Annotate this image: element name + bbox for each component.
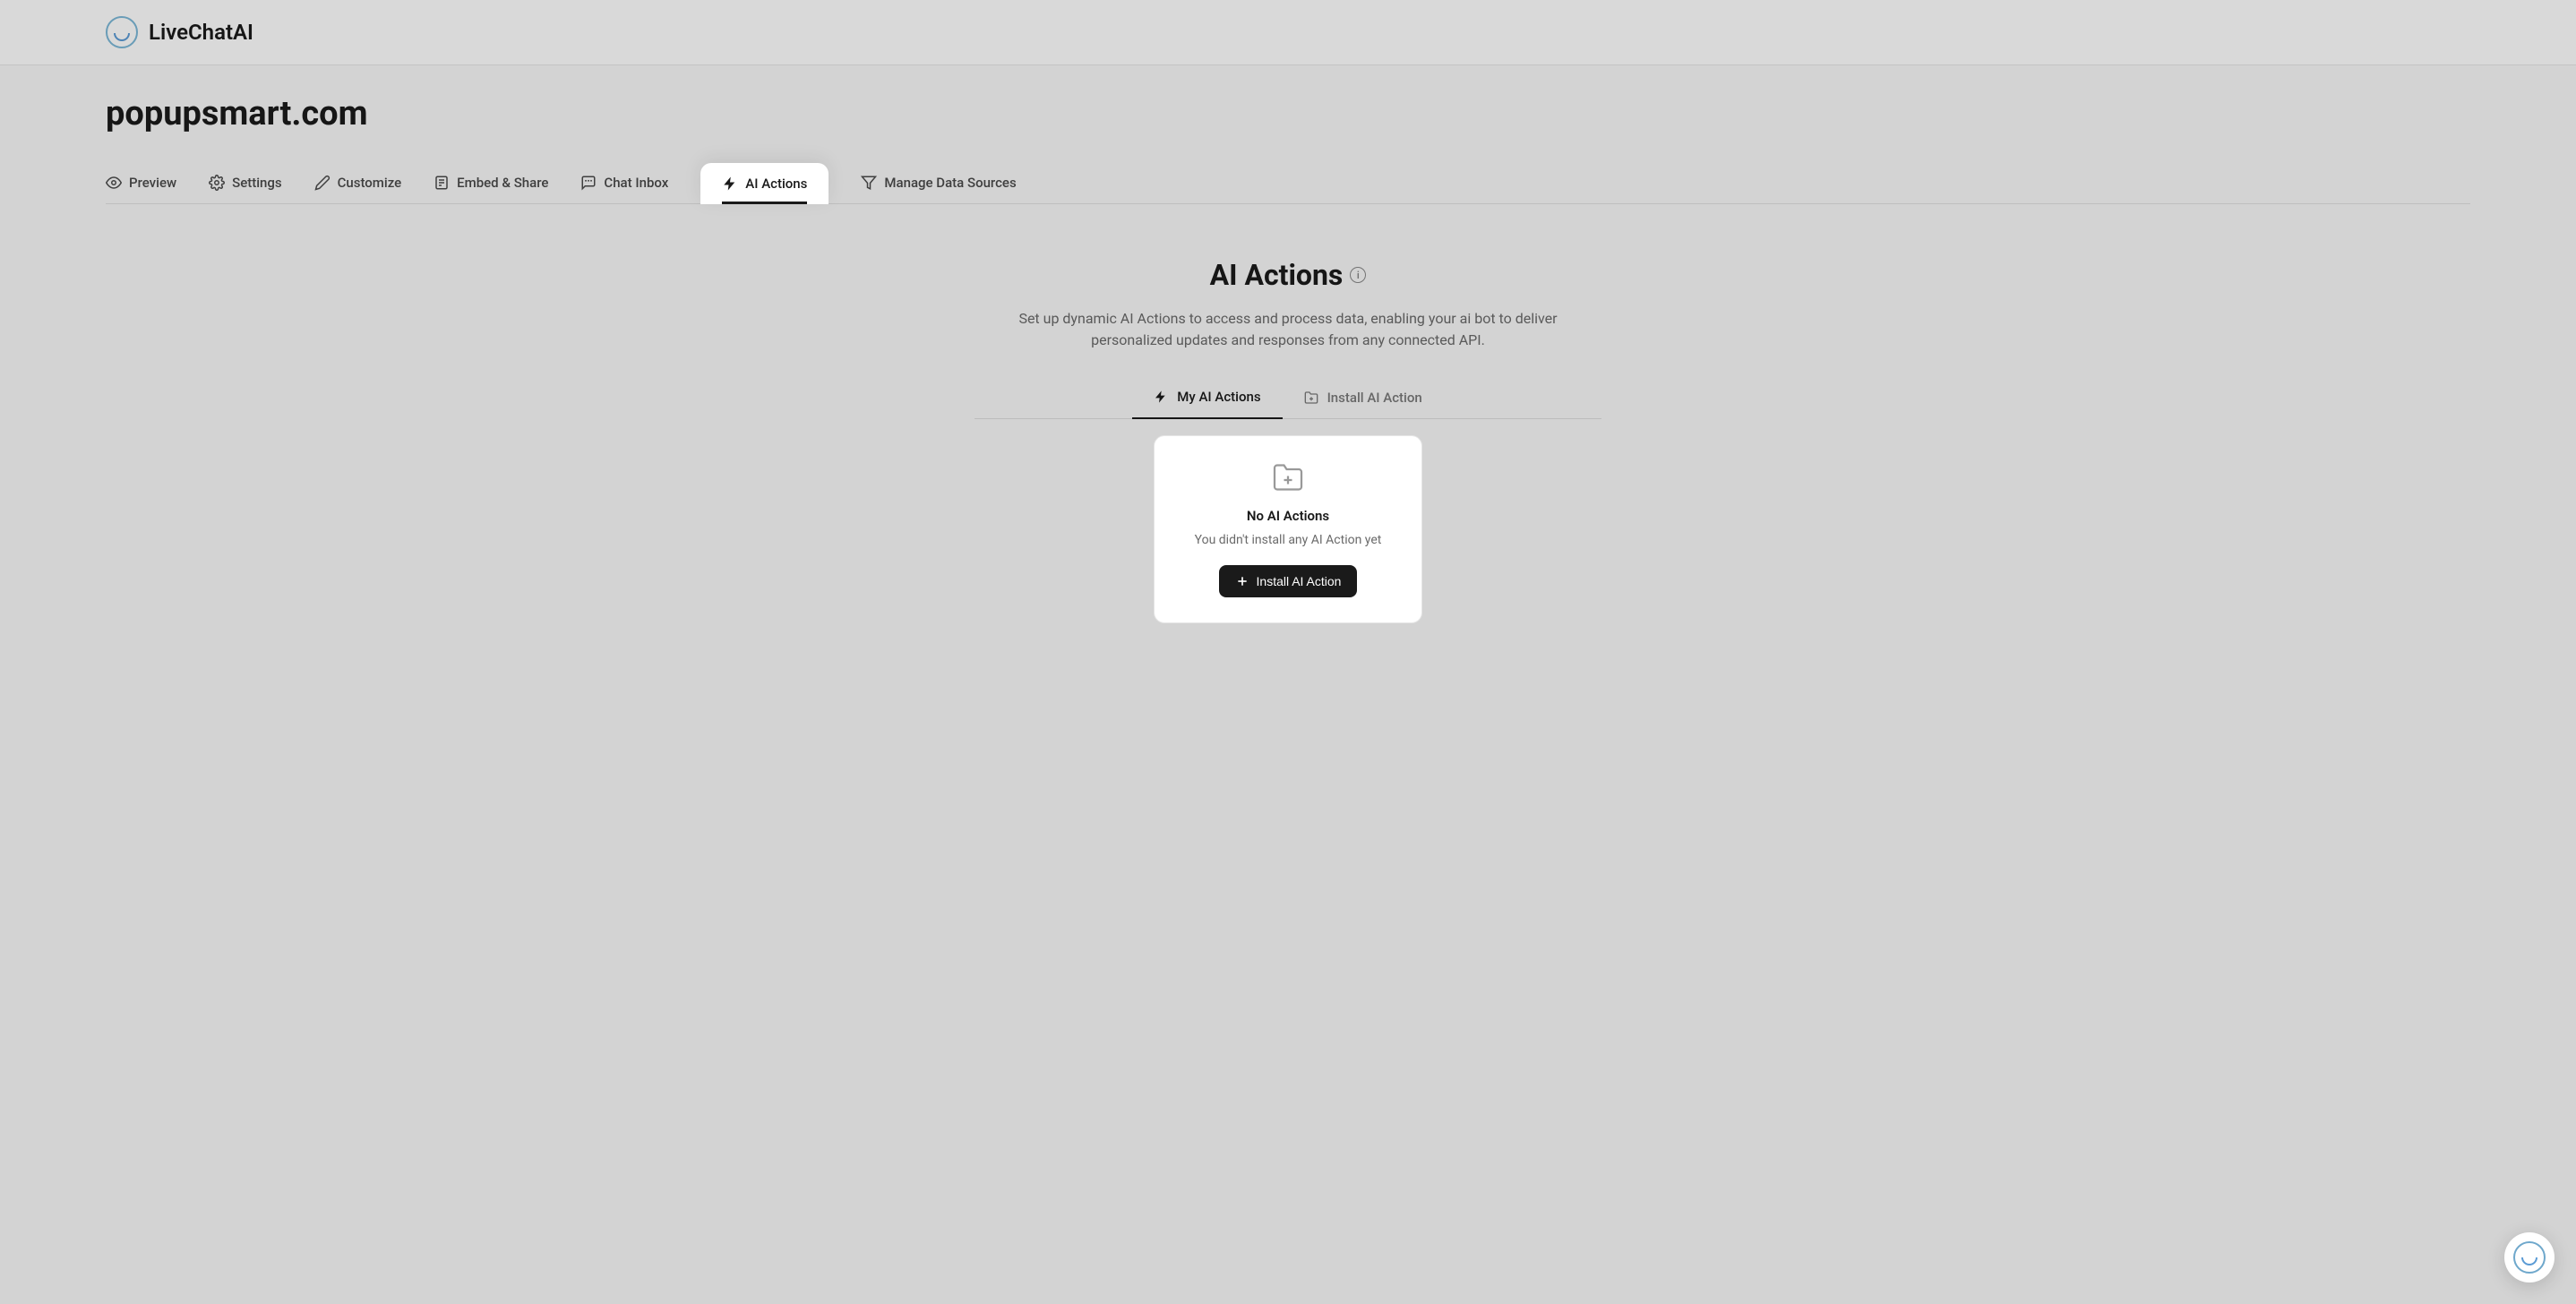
section-heading: AI Actions i xyxy=(1210,258,1367,292)
tab-chat-inbox[interactable]: Chat Inbox xyxy=(580,162,668,203)
subtab-label: Install AI Action xyxy=(1327,390,1422,406)
document-icon xyxy=(434,175,450,191)
pencil-icon xyxy=(314,175,331,191)
tab-embed-share[interactable]: Embed & Share xyxy=(434,162,548,203)
folder-plus-icon xyxy=(1269,461,1307,493)
tab-label: Preview xyxy=(129,175,176,191)
subtab-my-ai-actions[interactable]: My AI Actions xyxy=(1132,376,1282,419)
tab-label: Customize xyxy=(338,175,402,191)
empty-title: No AI Actions xyxy=(1247,508,1329,524)
button-label: Install AI Action xyxy=(1257,574,1342,588)
chat-widget-logo-icon xyxy=(2513,1241,2546,1274)
tab-preview[interactable]: Preview xyxy=(106,162,176,203)
app-header: LiveChatAI xyxy=(0,0,2576,65)
subtab-label: My AI Actions xyxy=(1177,389,1260,405)
content-area: popupsmart.com Preview Settings Customiz… xyxy=(0,65,2576,623)
tab-customize[interactable]: Customize xyxy=(314,162,402,203)
tab-label: Manage Data Sources xyxy=(884,175,1016,191)
install-ai-action-button[interactable]: Install AI Action xyxy=(1219,565,1358,597)
brand-name: LiveChatAI xyxy=(149,20,253,45)
info-icon[interactable]: i xyxy=(1350,267,1366,283)
page-title: popupsmart.com xyxy=(106,94,2470,133)
tab-label: Chat Inbox xyxy=(604,175,668,191)
tab-manage-data-sources[interactable]: Manage Data Sources xyxy=(861,162,1016,203)
folder-plus-icon xyxy=(1304,390,1318,405)
tab-label: Embed & Share xyxy=(457,175,548,191)
empty-state-card: No AI Actions You didn't install any AI … xyxy=(1154,435,1422,623)
tab-ai-actions[interactable]: AI Actions xyxy=(700,163,829,204)
chat-icon xyxy=(580,175,597,191)
empty-description: You didn't install any AI Action yet xyxy=(1195,533,1382,547)
sub-tabs: My AI Actions Install AI Action xyxy=(975,376,1601,419)
section-title: AI Actions xyxy=(1210,258,1344,292)
filter-icon xyxy=(861,175,877,191)
chat-widget-button[interactable] xyxy=(2504,1232,2555,1283)
subtab-install-ai-action[interactable]: Install AI Action xyxy=(1283,376,1444,418)
logo-icon xyxy=(106,16,138,48)
tab-label: AI Actions xyxy=(745,176,807,192)
gear-icon xyxy=(209,175,225,191)
bolt-icon xyxy=(722,176,738,192)
bolt-icon xyxy=(1154,390,1168,404)
tab-label: Settings xyxy=(232,175,282,191)
plus-icon xyxy=(1235,574,1249,588)
section-description: Set up dynamic AI Actions to access and … xyxy=(1010,308,1566,351)
main-tabs: Preview Settings Customize Embed & Share xyxy=(106,162,2470,204)
eye-icon xyxy=(106,175,122,191)
main-panel: AI Actions i Set up dynamic AI Actions t… xyxy=(106,204,2470,623)
tab-settings[interactable]: Settings xyxy=(209,162,282,203)
